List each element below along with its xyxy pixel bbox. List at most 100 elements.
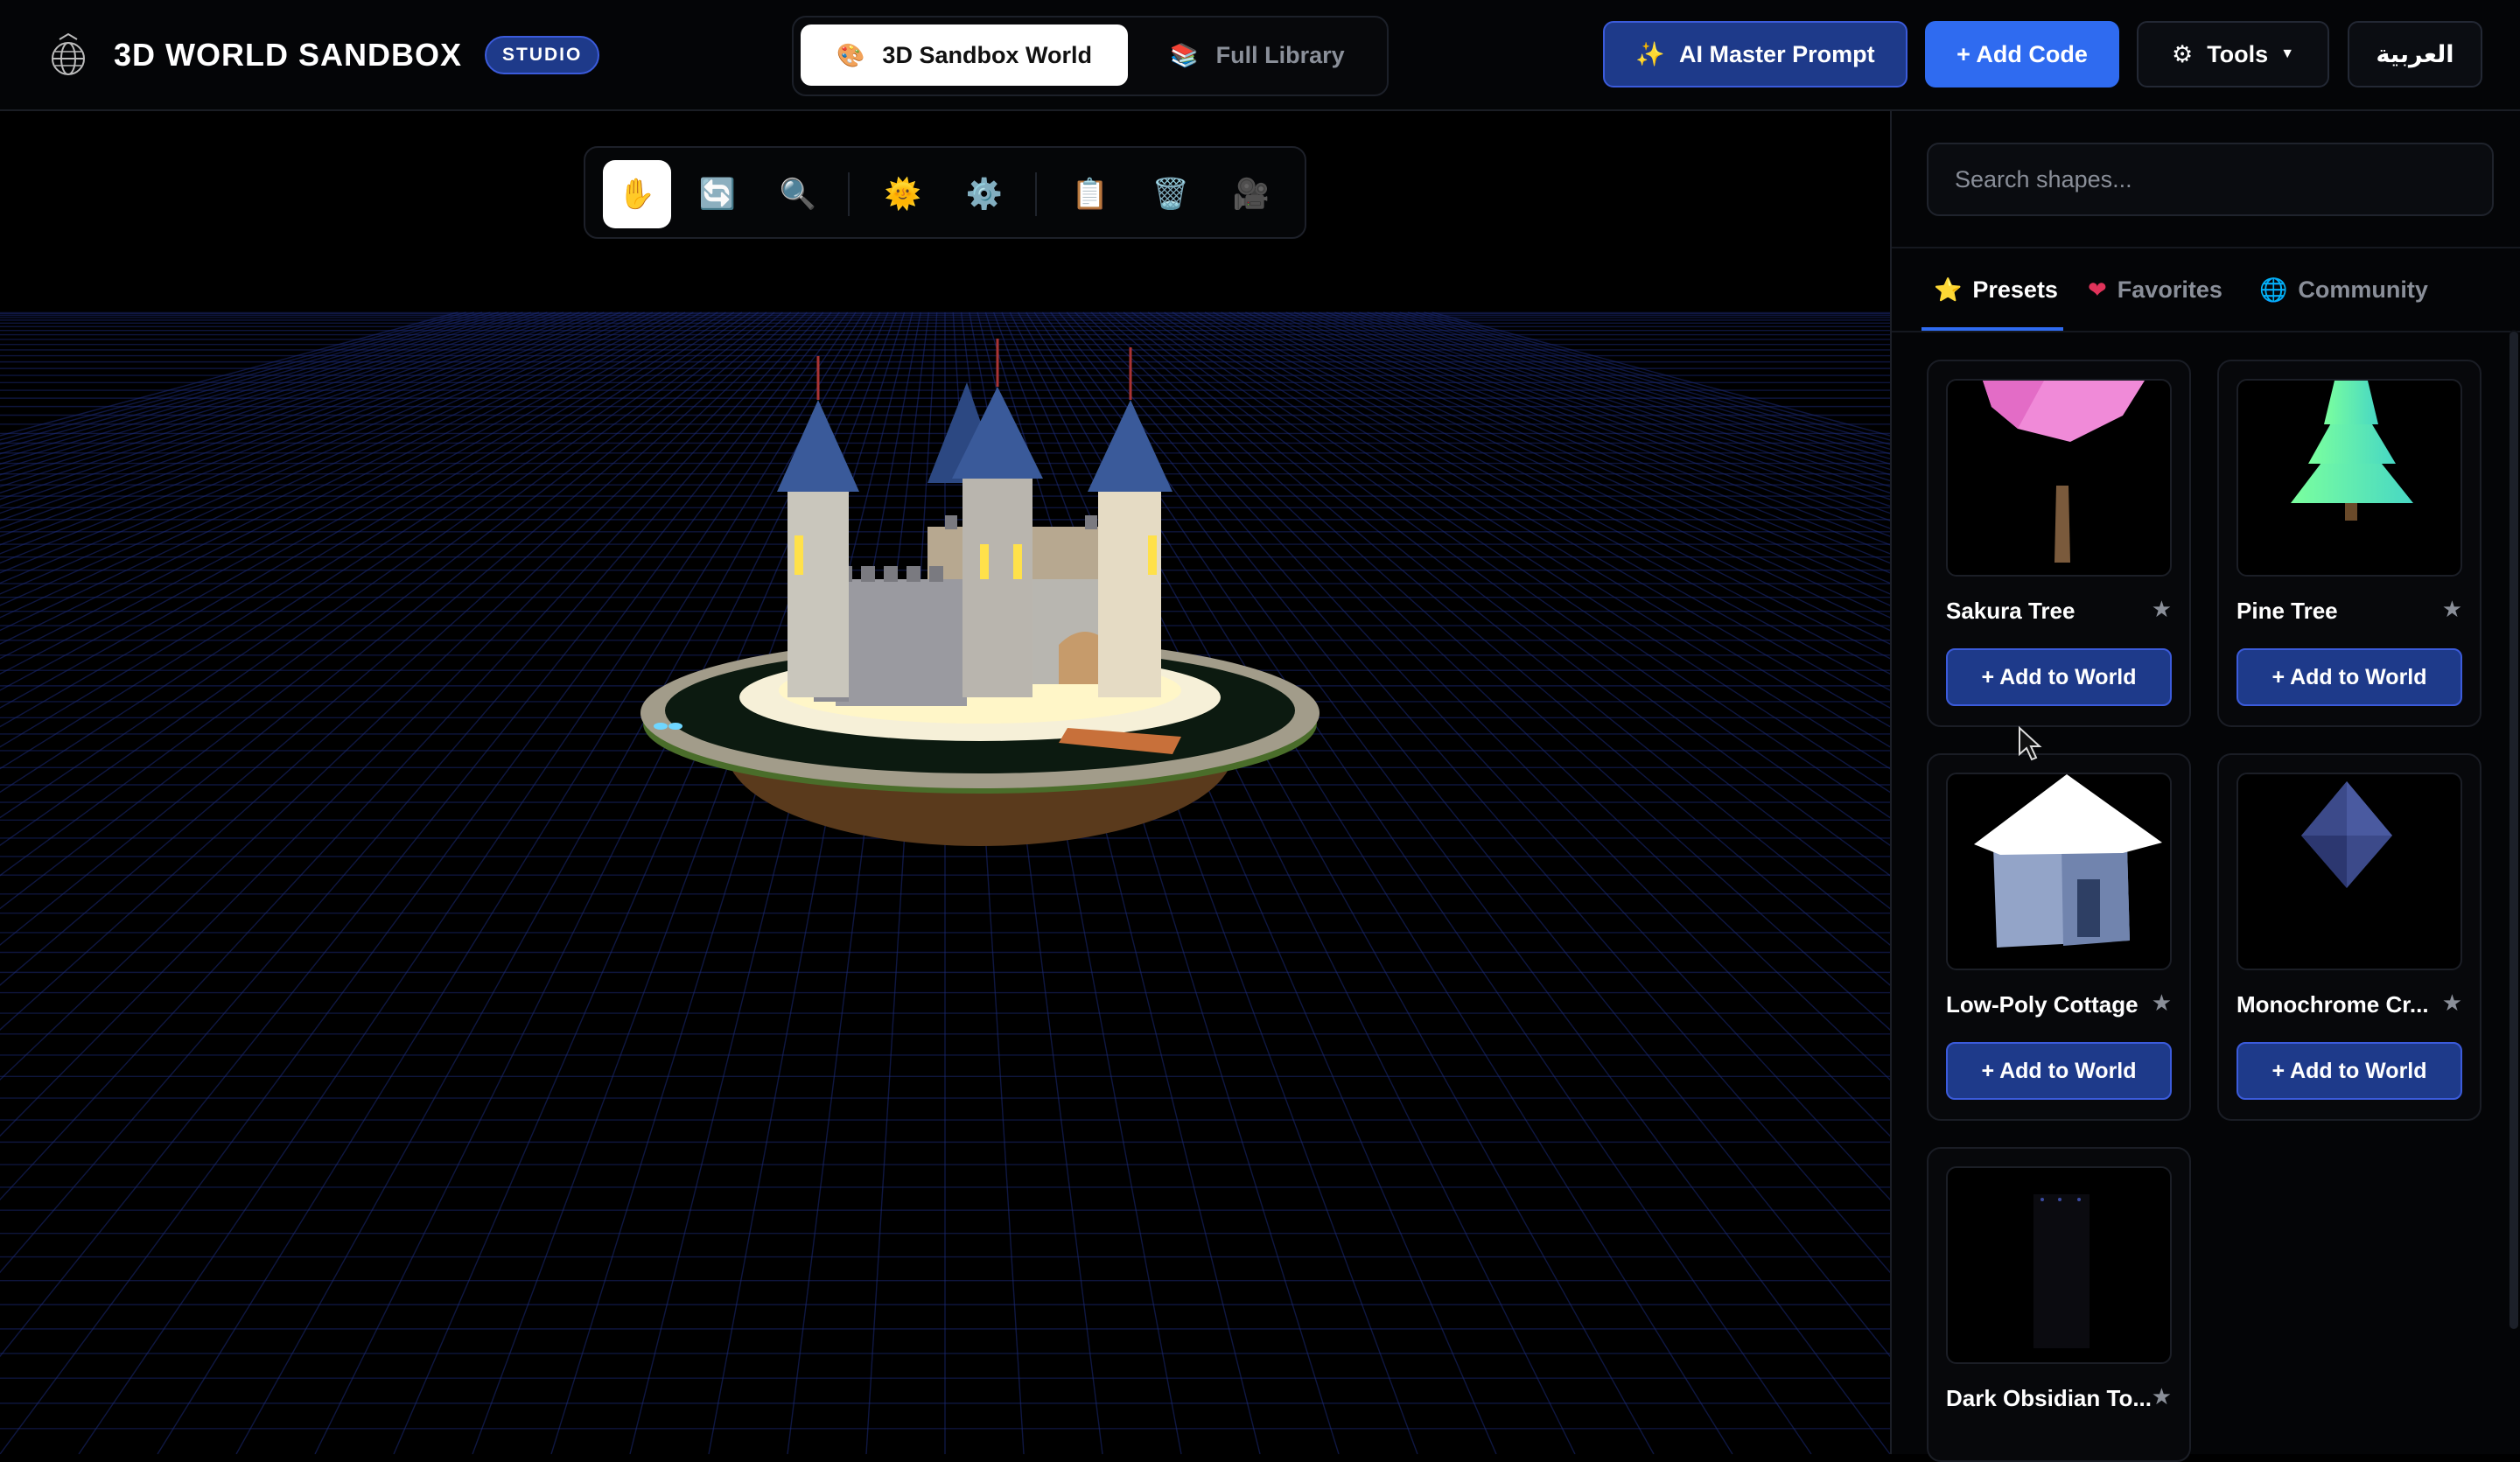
language-label: العربية bbox=[2376, 40, 2454, 68]
clipboard-icon[interactable]: 📋 bbox=[1056, 160, 1124, 228]
grid-line bbox=[0, 311, 662, 619]
low-poly-cottage-thumbnail bbox=[1946, 773, 2172, 970]
grid-line bbox=[0, 311, 612, 555]
shape-name: Pine Tree bbox=[2236, 598, 2338, 624]
grid-line bbox=[0, 311, 532, 482]
language-toggle-button[interactable]: العربية bbox=[2348, 21, 2482, 87]
tab-label: Favorites bbox=[2117, 276, 2222, 303]
grid-line bbox=[0, 311, 572, 514]
grid-line bbox=[1245, 311, 1890, 595]
grid-line bbox=[0, 311, 605, 546]
grid-line bbox=[0, 311, 548, 494]
toolbar-divider bbox=[1035, 172, 1037, 216]
favorite-star-icon[interactable]: ★ bbox=[2442, 596, 2462, 623]
tab-favorites[interactable]: ❤ Favorites bbox=[2088, 248, 2222, 331]
castle-towers bbox=[777, 339, 1172, 697]
sun-light-icon[interactable]: 🌞 bbox=[869, 160, 937, 228]
grid-line bbox=[0, 311, 710, 709]
castle-island-model[interactable] bbox=[612, 234, 1330, 899]
search-shapes-input[interactable] bbox=[1927, 143, 2494, 216]
grid-line bbox=[1407, 311, 1890, 451]
easel-icon: 🎨 bbox=[836, 41, 865, 68]
grid-line bbox=[1358, 311, 1890, 482]
grid-line bbox=[0, 311, 669, 632]
add-code-button[interactable]: + Add Code bbox=[1925, 21, 2119, 87]
grid-line bbox=[0, 311, 597, 537]
shape-library-sidebar: ⭐ Presets ❤ Favorites 🌐 Community Sakura… bbox=[1890, 111, 2520, 1462]
add-to-world-button[interactable]: + Add to World bbox=[2236, 1042, 2462, 1100]
dark-obsidian-tower-thumbnail bbox=[1946, 1166, 2172, 1364]
shape-name: Monochrome Cr... bbox=[2236, 991, 2429, 1018]
grid-line bbox=[1318, 311, 1890, 514]
tab-3d-sandbox-world[interactable]: 🎨 3D Sandbox World bbox=[801, 24, 1128, 86]
shape-card: Pine Tree ★ + Add to World bbox=[2217, 360, 2482, 727]
studio-badge: STUDIO bbox=[485, 36, 600, 74]
shape-name: Dark Obsidian To... bbox=[1946, 1385, 2152, 1411]
favorite-star-icon[interactable]: ★ bbox=[2152, 990, 2172, 1017]
grid-line bbox=[0, 311, 483, 451]
heart-icon: ❤ bbox=[2088, 276, 2107, 303]
favorite-star-icon[interactable]: ★ bbox=[2442, 990, 2462, 1017]
shape-card: Dark Obsidian To... ★ bbox=[1927, 1147, 2191, 1462]
shape-card: Low-Poly Cottage ★ + Add to World bbox=[1927, 753, 2191, 1121]
top-bar: 3D WORLD SANDBOX STUDIO 🎨 3D Sandbox Wor… bbox=[0, 0, 2520, 111]
tab-label: Full Library bbox=[1215, 41, 1345, 68]
3d-viewport[interactable]: ✋ 🔄 🔍 🌞 ⚙️ 📋 🗑️ 🎥 bbox=[0, 111, 1890, 1454]
add-to-world-button[interactable]: + Add to World bbox=[1946, 1042, 2172, 1100]
ai-master-prompt-button[interactable]: ✨ AI Master Prompt bbox=[1603, 21, 1908, 87]
grid-line bbox=[1293, 311, 1890, 537]
add-to-world-button[interactable]: + Add to World bbox=[1946, 648, 2172, 706]
add-code-label: + Add Code bbox=[1956, 40, 2088, 67]
sparkles-icon: ✨ bbox=[1635, 41, 1666, 67]
pine-tree-thumbnail bbox=[2236, 379, 2462, 577]
grid-line bbox=[0, 311, 491, 455]
mouse-cursor-icon bbox=[2019, 726, 2042, 761]
tools-label: Tools bbox=[2207, 40, 2269, 67]
grid-line bbox=[0, 311, 523, 476]
grid-line bbox=[1342, 311, 1890, 494]
tools-dropdown-button[interactable]: ⚙ Tools ▼ bbox=[2137, 21, 2329, 87]
gear-icon: ⚙ bbox=[2171, 40, 2194, 67]
rotate-icon[interactable]: 🔄 bbox=[683, 160, 752, 228]
grid-line bbox=[0, 311, 458, 437]
toolbar-divider bbox=[848, 172, 850, 216]
grid-line bbox=[1367, 311, 1890, 476]
ai-button-label: AI Master Prompt bbox=[1679, 40, 1875, 67]
books-icon: 📚 bbox=[1170, 41, 1199, 68]
brand: 3D WORLD SANDBOX STUDIO bbox=[44, 26, 600, 84]
shape-name: Low-Poly Cottage bbox=[1946, 991, 2138, 1018]
grid-line bbox=[1278, 311, 1890, 555]
monochrome-crystal-thumbnail bbox=[2236, 773, 2462, 970]
globe-icon: 🌐 bbox=[2259, 276, 2288, 303]
zoom-icon[interactable]: 🔍 bbox=[764, 160, 832, 228]
favorite-star-icon[interactable]: ★ bbox=[2152, 1383, 2172, 1410]
tab-presets[interactable]: ⭐ Presets bbox=[1934, 248, 2058, 331]
tab-label: Community bbox=[2298, 276, 2428, 303]
tab-full-library[interactable]: 📚 Full Library bbox=[1139, 24, 1376, 86]
library-tabs: ⭐ Presets ❤ Favorites 🌐 Community bbox=[1892, 247, 2520, 332]
grid-line bbox=[0, 311, 637, 584]
caret-down-icon: ▼ bbox=[2280, 46, 2295, 61]
trash-icon[interactable]: 🗑️ bbox=[1137, 160, 1205, 228]
tab-community[interactable]: 🌐 Community bbox=[2259, 248, 2428, 331]
active-tab-indicator bbox=[1922, 327, 2063, 331]
sidebar-scrollbar-thumb[interactable] bbox=[2510, 332, 2518, 1329]
tab-label: Presets bbox=[1972, 276, 2058, 303]
settings-gear-icon[interactable]: ⚙️ bbox=[950, 160, 1018, 228]
shape-card: Sakura Tree ★ + Add to World bbox=[1927, 360, 2191, 727]
grid-line bbox=[1432, 311, 1890, 437]
app-title: 3D WORLD SANDBOX bbox=[114, 37, 463, 73]
sakura-tree-thumbnail bbox=[1946, 379, 2172, 577]
shape-name: Sakura Tree bbox=[1946, 598, 2076, 624]
grid-line bbox=[1399, 311, 1890, 455]
favorite-star-icon[interactable]: ★ bbox=[2152, 596, 2172, 623]
pan-hand-icon[interactable]: ✋ bbox=[603, 160, 671, 228]
grid-line bbox=[0, 311, 645, 595]
grid-line bbox=[1285, 311, 1890, 546]
shape-card: Monochrome Cr... ★ + Add to World bbox=[2217, 753, 2482, 1121]
camera-icon[interactable]: 🎥 bbox=[1217, 160, 1285, 228]
add-to-world-button[interactable]: + Add to World bbox=[2236, 648, 2462, 706]
grid-line bbox=[0, 311, 702, 691]
tab-label: 3D Sandbox World bbox=[882, 41, 1092, 68]
globe-logo-icon bbox=[52, 32, 85, 75]
